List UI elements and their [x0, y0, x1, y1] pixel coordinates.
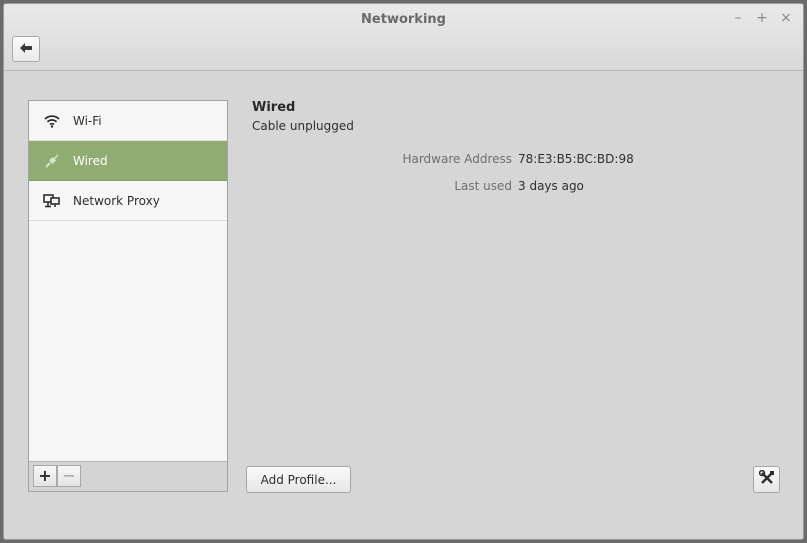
hardware-address-label: Hardware Address [402, 152, 512, 166]
add-connection-button[interactable]: + [33, 465, 57, 487]
wifi-icon [43, 112, 61, 130]
window-title: Networking [361, 12, 446, 27]
hardware-address-value: 78:E3:B5:BC:BD:98 [518, 152, 634, 166]
back-button[interactable] [12, 36, 40, 62]
close-button[interactable]: × [778, 10, 794, 26]
wired-plug-icon [43, 152, 61, 170]
add-profile-button[interactable]: Add Profile... [246, 466, 351, 493]
connection-status: Cable unplugged [252, 119, 354, 133]
sidebar-item-label: Wi-Fi [73, 113, 102, 128]
last-used-value: 3 days ago [518, 179, 584, 193]
sidebar-footer: + − [29, 461, 227, 491]
settings-button[interactable] [753, 466, 780, 493]
sidebar-item-network-proxy[interactable]: Network Proxy [29, 181, 227, 221]
sidebar-item-wifi[interactable]: Wi-Fi [29, 101, 227, 141]
networking-window: Networking – + × Wi-Fi Wired Network Pro… [3, 3, 804, 540]
tools-icon [758, 469, 775, 489]
minimize-button[interactable]: – [730, 10, 746, 26]
maximize-button[interactable]: + [754, 10, 770, 26]
network-proxy-icon [43, 192, 61, 210]
remove-connection-button[interactable]: − [57, 465, 81, 487]
sidebar-item-label: Network Proxy [73, 193, 160, 208]
sidebar: Wi-Fi Wired Network Proxy + − [28, 100, 228, 492]
title-bar: Networking – + × [4, 4, 803, 71]
sidebar-item-wired[interactable]: Wired [29, 141, 227, 181]
sidebar-item-label: Wired [73, 153, 108, 168]
last-used-label: Last used [454, 179, 512, 193]
back-arrow-icon [20, 42, 32, 56]
connection-name: Wired [252, 100, 296, 115]
